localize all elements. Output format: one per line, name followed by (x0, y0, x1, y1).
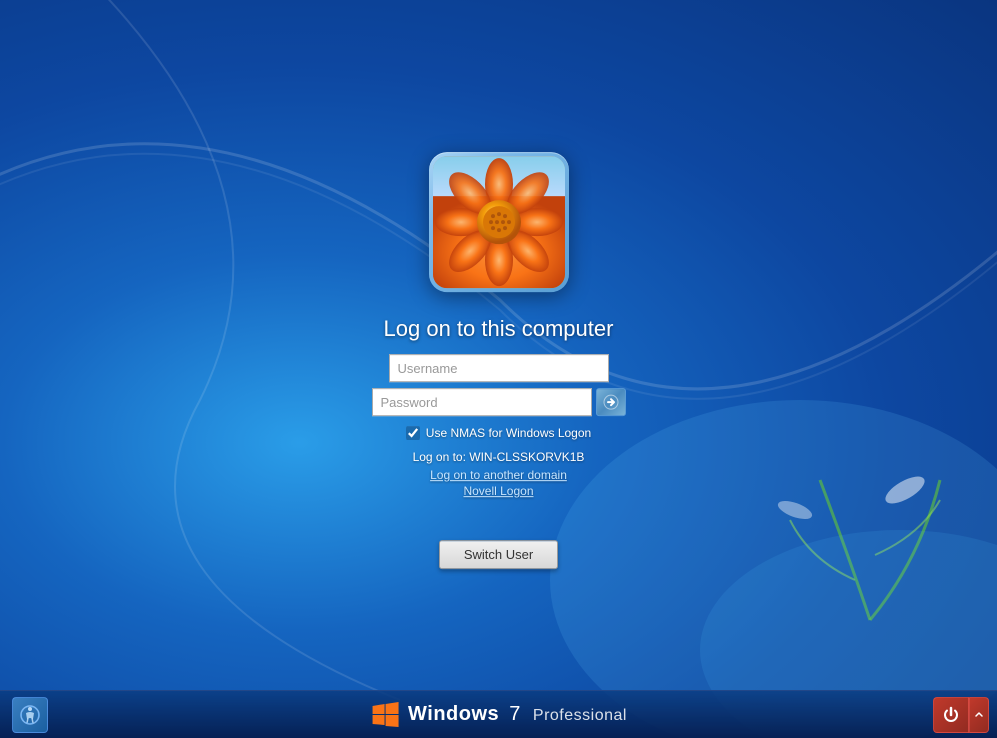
windows-edition: Professional (533, 707, 627, 724)
windows-word: Windows (408, 703, 499, 725)
arrow-right-icon (603, 394, 619, 410)
login-panel: Log on to this computer Use NMAS for Win… (372, 152, 626, 569)
novell-logon-link[interactable]: Novell Logon (413, 484, 585, 498)
login-title: Log on to this computer (384, 316, 614, 342)
password-row (372, 388, 626, 416)
taskbar-branding: Windows 7 Professional (370, 700, 627, 730)
user-avatar (429, 152, 569, 292)
power-button-group (933, 697, 989, 733)
nmas-label[interactable]: Use NMAS for Windows Logon (426, 426, 591, 440)
username-row (389, 354, 609, 382)
username-input[interactable] (389, 354, 609, 382)
power-button[interactable] (933, 697, 969, 733)
logon-info: Log on to: WIN-CLSSKORVK1B Log on to ano… (413, 448, 585, 498)
taskbar-right (933, 697, 997, 733)
windows-title: Windows 7 Professional (408, 703, 627, 726)
logon-domain-link[interactable]: Log on to another domain (413, 468, 585, 482)
windows-logo-icon (370, 700, 400, 730)
ease-of-access-button[interactable] (12, 697, 48, 733)
taskbar: Windows 7 Professional (0, 690, 997, 738)
taskbar-left (0, 697, 48, 733)
windows-version: 7 (509, 703, 521, 725)
submit-button[interactable] (596, 388, 626, 416)
nmas-checkbox-row: Use NMAS for Windows Logon (406, 426, 591, 440)
nmas-checkbox[interactable] (406, 426, 420, 440)
logon-to-text: Log on to: WIN-CLSSKORVK1B (413, 450, 585, 464)
flower-image (433, 156, 565, 288)
chevron-up-icon (974, 710, 984, 720)
switch-user-button[interactable]: Switch User (439, 540, 558, 569)
power-icon (942, 706, 960, 724)
avatar-image (433, 156, 565, 288)
password-input[interactable] (372, 388, 592, 416)
power-expand-button[interactable] (969, 697, 989, 733)
ease-of-access-icon (19, 704, 41, 726)
